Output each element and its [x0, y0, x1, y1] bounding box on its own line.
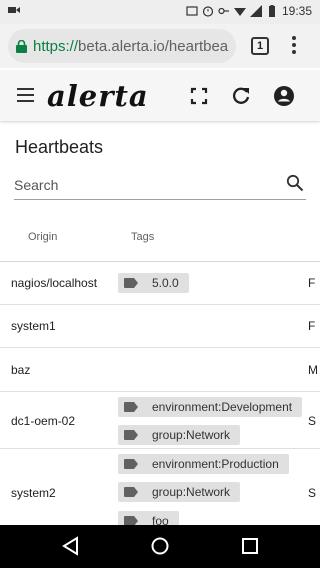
- screen: 19:35 https://beta.alerta.io/heartbea 1 …: [0, 0, 320, 568]
- truncated-cell: M: [308, 363, 318, 377]
- tag-icon: [124, 278, 138, 288]
- android-nav-bar: [0, 525, 320, 568]
- wifi-icon: [233, 8, 246, 16]
- tag-chip[interactable]: environment:Development: [118, 397, 303, 417]
- notification-icons: [8, 4, 20, 19]
- tag-label: group:Network: [152, 428, 231, 442]
- tab-switcher-button[interactable]: 1: [251, 37, 269, 55]
- search-input[interactable]: [14, 174, 274, 196]
- browser-toolbar: https://beta.alerta.io/heartbea 1: [0, 24, 320, 68]
- tag-icon: [124, 402, 138, 412]
- refresh-icon[interactable]: [229, 84, 253, 108]
- menu-icon[interactable]: [17, 88, 34, 102]
- tag-chip[interactable]: group:Network: [118, 425, 241, 445]
- video-icon: [8, 7, 20, 13]
- origin-cell: baz: [11, 363, 31, 377]
- android-status-bar: 19:35: [0, 0, 320, 24]
- system-icons: 19:35: [186, 4, 312, 18]
- table-row[interactable]: system2 environment:Production group:Net…: [0, 449, 320, 535]
- tag-label: group:Network: [152, 485, 231, 499]
- truncated-cell: S: [308, 414, 317, 428]
- url-host: beta.alerta.io/heartbea: [78, 37, 229, 55]
- heartbeats-table: Origin Tags nagios/localhost 5.0.0 F sys…: [0, 214, 320, 535]
- address-bar[interactable]: https://beta.alerta.io/heartbea: [8, 29, 236, 63]
- tag-chip[interactable]: environment:Production: [118, 454, 289, 474]
- alarm-icon: [202, 6, 214, 17]
- table-row[interactable]: baz M: [0, 348, 320, 392]
- url-scheme: https://: [33, 37, 79, 55]
- browser-menu-button[interactable]: [290, 36, 298, 56]
- column-header-tags[interactable]: Tags: [131, 231, 154, 243]
- tag-chip[interactable]: 5.0.0: [118, 273, 189, 293]
- search-icon[interactable]: [286, 174, 304, 192]
- app-logo[interactable]: alerta: [47, 79, 149, 113]
- page-title: Heartbeats: [15, 137, 104, 157]
- search-field: [14, 170, 306, 200]
- key-icon: [218, 7, 229, 15]
- account-icon[interactable]: [272, 84, 296, 108]
- truncated-cell: S: [308, 486, 317, 500]
- fullscreen-icon[interactable]: [187, 84, 211, 108]
- origin-cell: system1: [11, 319, 56, 333]
- app-toolbar: alerta: [0, 71, 320, 121]
- truncated-cell: F: [308, 276, 316, 290]
- cast-icon: [186, 6, 198, 16]
- table-row[interactable]: nagios/localhost 5.0.0 F: [0, 262, 320, 305]
- tag-icon: [124, 459, 138, 469]
- tag-label: environment:Development: [152, 400, 293, 414]
- origin-cell: system2: [11, 486, 56, 500]
- tag-label: 5.0.0: [152, 276, 179, 290]
- back-icon[interactable]: [61, 536, 81, 556]
- tag-icon: [124, 430, 138, 440]
- origin-cell: dc1-oem-02: [11, 414, 76, 428]
- lock-icon: [16, 39, 27, 53]
- recents-icon[interactable]: [240, 536, 260, 556]
- tag-icon: [124, 487, 138, 497]
- home-icon[interactable]: [150, 536, 170, 556]
- tag-chip[interactable]: group:Network: [118, 482, 241, 502]
- truncated-cell: F: [308, 319, 316, 333]
- table-row[interactable]: system1 F: [0, 305, 320, 348]
- tag-label: environment:Production: [152, 457, 279, 471]
- column-header-origin[interactable]: Origin: [28, 231, 57, 243]
- signal-icon: [249, 5, 262, 17]
- table-row[interactable]: dc1-oem-02 environment:Development group…: [0, 392, 320, 449]
- origin-cell: nagios/localhost: [11, 276, 98, 290]
- table-header: Origin Tags: [0, 214, 320, 262]
- clock: 19:35: [281, 4, 312, 18]
- battery-icon: [268, 5, 275, 17]
